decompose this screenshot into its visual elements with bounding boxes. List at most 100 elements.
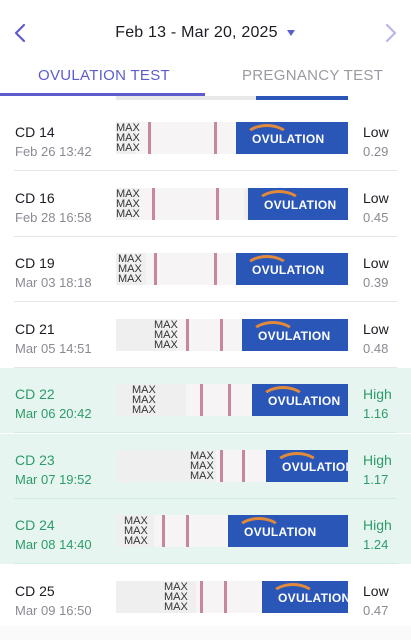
test-type-tabs: OVULATION TEST PREGNANCY TEST — [0, 64, 411, 96]
strip-brand-label: OVULATION — [252, 263, 325, 277]
result-row[interactable]: CD 24 Mar 08 14:40 MAX MAX MAX OVULATION High 1… — [0, 499, 411, 564]
chevron-right-icon — [385, 23, 397, 43]
test-datetime: Feb 28 16:58 — [15, 209, 92, 225]
result-level: Low — [363, 320, 389, 337]
next-range-button[interactable] — [377, 20, 403, 46]
result-level: Low — [363, 189, 389, 206]
strip-test-line — [224, 580, 227, 613]
strip-test-line — [186, 318, 189, 351]
strip-max-marking: MAX — [154, 318, 178, 331]
test-datetime: Mar 09 16:50 — [15, 602, 92, 618]
date-range-label: Feb 13 - Mar 20, 2025 — [115, 24, 278, 42]
strip-max-marking: MAX — [190, 449, 214, 462]
result-row[interactable]: CD 16 Feb 28 16:58 MAX MAX MAX OVULATION Low 0.… — [0, 172, 411, 237]
result-value: 0.47 — [363, 602, 389, 618]
result-row[interactable]: CD 23 Mar 07 19:52 MAX MAX MAX OVULATION High 1… — [0, 433, 411, 499]
strip-test-line — [220, 449, 223, 482]
strip-brand-label: OVULATION — [282, 459, 348, 474]
strip-brand-panel: OVULATION — [236, 122, 348, 154]
result-level: Low — [363, 124, 389, 140]
strip-test-line — [228, 384, 231, 416]
strip-test-line — [152, 187, 155, 220]
test-strip-image[interactable]: MAX MAX MAX OVULATION — [116, 318, 348, 351]
result-level: Low — [363, 582, 389, 599]
strip-brand-label: OVULATION — [264, 197, 337, 212]
strip-max-marking: MAX — [154, 338, 178, 351]
test-results-list[interactable]: CD 14 Feb 26 13:42 MAX MAX MAX OVULATION Low 0.… — [0, 96, 411, 640]
strip-max-marking: MAX — [116, 142, 140, 154]
result-value: 1.24 — [363, 537, 389, 552]
cycle-day-label: CD 24 — [15, 517, 55, 533]
result-value: 0.48 — [363, 340, 389, 356]
caret-down-icon — [286, 24, 296, 42]
strip-brand-panel: OVULATION — [262, 580, 348, 613]
strip-test-line — [242, 449, 245, 482]
strip-test-line — [162, 515, 165, 547]
strip-test-line — [200, 580, 203, 613]
test-strip-image[interactable]: MAX MAX MAX OVULATION — [116, 187, 348, 220]
test-strip-image[interactable]: MAX MAX MAX OVULATION — [116, 449, 348, 482]
strip-brand-panel: OVULATION — [248, 187, 348, 220]
strip-max-marking: MAX — [132, 404, 156, 416]
partial-previous-row — [0, 96, 411, 100]
tab-pregnancy-test[interactable]: PREGNANCY TEST — [242, 67, 383, 84]
test-datetime: Mar 07 19:52 — [15, 471, 92, 487]
cycle-day-label: CD 22 — [15, 386, 55, 402]
strip-max-marking: MAX — [118, 273, 142, 285]
test-strip-image[interactable]: MAX MAX MAX OVULATION — [116, 122, 348, 154]
strip-brand-label: OVULATION — [258, 328, 331, 343]
strip-brand-panel: OVULATION — [228, 515, 348, 547]
strip-max-marking: MAX — [190, 469, 214, 482]
test-datetime: Mar 05 14:51 — [15, 340, 92, 356]
strip-max-marking: MAX — [116, 207, 140, 220]
cycle-day-label: CD 14 — [15, 124, 55, 140]
result-row[interactable]: CD 14 Feb 26 13:42 MAX MAX MAX OVULATION Low 0.… — [0, 106, 411, 171]
result-row[interactable]: CD 19 Mar 03 18:18 MAX MAX MAX OVULATION Low 0.… — [0, 237, 411, 302]
strip-test-line — [154, 253, 157, 285]
result-level: High — [363, 386, 392, 402]
cycle-day-label: CD 19 — [15, 255, 55, 271]
test-datetime: Mar 03 18:18 — [15, 275, 92, 290]
cycle-day-label: CD 16 — [15, 189, 55, 206]
result-row[interactable]: CD 25 Mar 09 16:50 MAX MAX MAX OVULATION Low 0.… — [0, 565, 411, 630]
bottom-edge — [0, 626, 411, 640]
strip-test-line — [186, 515, 189, 547]
strip-brand-panel: OVULATION — [236, 253, 348, 285]
result-level: High — [363, 517, 392, 533]
strip-max-marking: MAX — [116, 187, 140, 200]
test-strip-image[interactable]: MAX MAX MAX OVULATION — [116, 384, 348, 416]
test-strip-image[interactable]: MAX MAX MAX OVULATION — [116, 580, 348, 613]
strip-max-marking: MAX — [190, 459, 214, 472]
strip-max-marking: MAX — [116, 197, 140, 210]
result-row[interactable]: CD 22 Mar 06 20:42 MAX MAX MAX OVULATION High 1… — [0, 368, 411, 433]
test-datetime: Mar 08 14:40 — [15, 537, 92, 552]
test-datetime: Mar 06 20:42 — [15, 406, 92, 421]
test-strip-image — [116, 96, 348, 100]
test-strip-image[interactable]: MAX MAX MAX OVULATION — [116, 253, 348, 285]
test-strip-image[interactable]: MAX MAX MAX OVULATION — [116, 515, 348, 547]
result-value: 0.29 — [363, 144, 389, 159]
header-bar: Feb 13 - Mar 20, 2025 — [0, 0, 411, 64]
strip-test-line — [220, 318, 223, 351]
result-level: Low — [363, 255, 389, 271]
strip-max-marking: MAX — [154, 328, 178, 341]
strip-test-line — [216, 187, 219, 220]
cycle-day-label: CD 25 — [15, 582, 55, 599]
test-datetime: Feb 26 13:42 — [15, 144, 92, 159]
date-range-selector[interactable]: Feb 13 - Mar 20, 2025 — [0, 24, 411, 42]
result-level: High — [363, 451, 392, 468]
result-row[interactable]: CD 21 Mar 05 14:51 MAX MAX MAX OVULATION Low 0.… — [0, 303, 411, 368]
strip-brand-label: OVULATION — [268, 394, 341, 408]
strip-brand-panel: OVULATION — [242, 318, 348, 351]
strip-max-marking: MAX — [164, 600, 188, 613]
cycle-day-label: CD 23 — [15, 451, 55, 468]
result-value: 1.17 — [363, 471, 389, 487]
strip-brand-panel: OVULATION — [266, 449, 348, 482]
result-value: 0.45 — [363, 209, 389, 225]
strip-max-marking: MAX — [164, 580, 188, 593]
strip-test-line — [148, 122, 151, 154]
strip-max-marking: MAX — [164, 590, 188, 603]
tab-ovulation-test[interactable]: OVULATION TEST — [38, 67, 170, 84]
strip-brand-label: OVULATION — [244, 525, 317, 539]
strip-brand-label: OVULATION — [278, 590, 348, 605]
